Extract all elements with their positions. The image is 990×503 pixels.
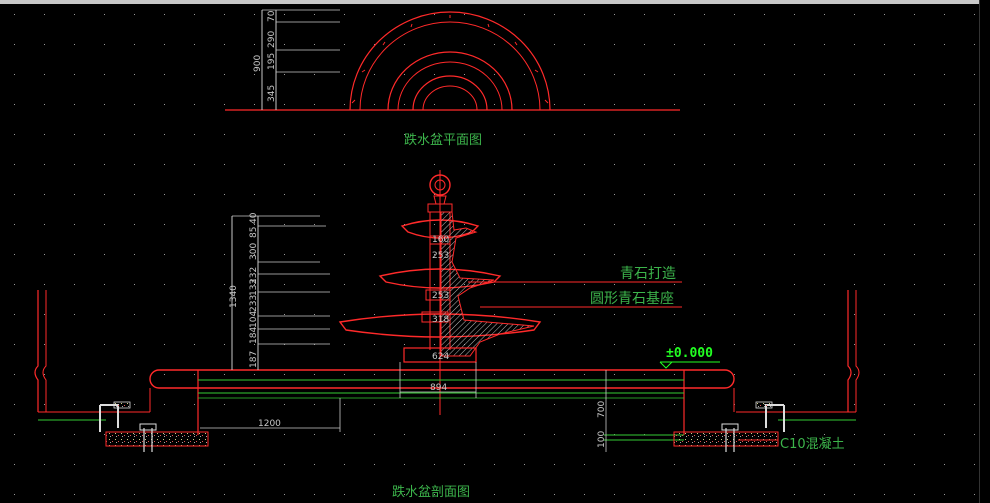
right-edge-strip	[979, 0, 990, 503]
plan-title: 跌水盆平面图	[404, 132, 482, 148]
section-dim-3: 300	[249, 243, 259, 260]
section-title: 跌水盆剖面图	[392, 484, 470, 500]
plan-dim-total: 900	[253, 55, 263, 72]
label-base: 圆形青石基座	[590, 290, 674, 307]
plan-dim-seg-2: 290	[267, 31, 277, 48]
section-dim-1: 40	[249, 212, 259, 224]
radius-5: 624	[432, 352, 449, 362]
cad-drawing: 900 70 290 195 345 跌水盆平面图 160 253 253 31…	[0, 4, 980, 503]
depth-dim: 700	[597, 401, 607, 418]
radius-3: 253	[432, 291, 449, 301]
section-dim-2: 85	[249, 227, 259, 238]
pool-width-dim: 1200	[258, 419, 281, 429]
section-dim-9: 187	[249, 351, 259, 368]
concrete-left	[105, 431, 209, 447]
section-dim-8: 184	[249, 327, 259, 344]
cad-canvas[interactable]: 900 70 290 195 345 跌水盆平面图 160 253 253 31…	[0, 0, 990, 503]
section-dim-6: 233	[249, 295, 259, 312]
label-stone: 青石打造	[620, 265, 676, 282]
plan-dim-seg-1: 70	[267, 10, 277, 22]
radius-1: 160	[432, 235, 449, 245]
plan-dim-seg-4: 345	[267, 85, 277, 102]
section-dim-5: 133	[249, 279, 259, 296]
section-dim-total: 1340	[229, 285, 239, 308]
plan-dim-seg-3: 195	[267, 53, 277, 70]
label-elevation: ±0.000	[666, 346, 713, 361]
base-width-dim: 894	[430, 383, 447, 393]
concrete-thickness-dim: 100	[597, 431, 607, 448]
radius-2: 253	[432, 251, 449, 261]
label-concrete: C10混凝土	[780, 436, 845, 452]
radius-4: 318	[432, 315, 449, 325]
section-dim-7: 104	[249, 311, 259, 328]
